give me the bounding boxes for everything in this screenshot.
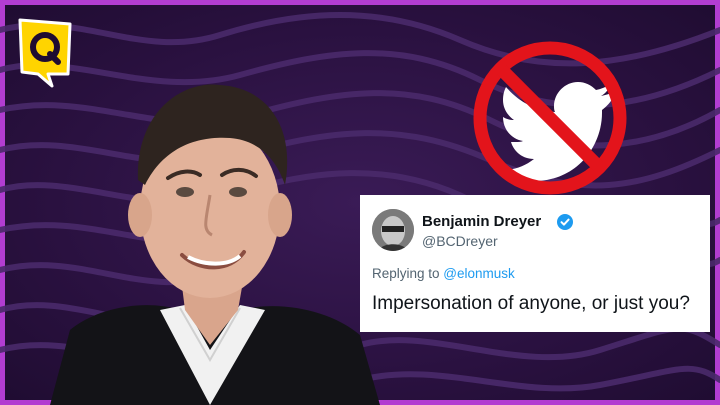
verified-badge-icon [557,214,573,230]
tweet-text: Impersonation of anyone, or just you? [372,293,690,314]
tweet-card: Benjamin Dreyer @BCDreyer Replying to @e… [360,195,710,332]
person-photo [50,84,380,405]
tweet-author-handle[interactable]: @BCDreyer [422,233,498,249]
replying-to-prefix: Replying to [372,266,444,281]
avatar[interactable] [372,209,414,251]
thumbnail-canvas: Benjamin Dreyer @BCDreyer Replying to @e… [0,0,720,405]
replying-to-line: Replying to @elonmusk [372,266,515,281]
twitter-bird-prohibited-icon [473,41,627,195]
tweet-author-name[interactable]: Benjamin Dreyer [422,213,541,230]
replying-to-mention[interactable]: @elonmusk [443,266,514,281]
